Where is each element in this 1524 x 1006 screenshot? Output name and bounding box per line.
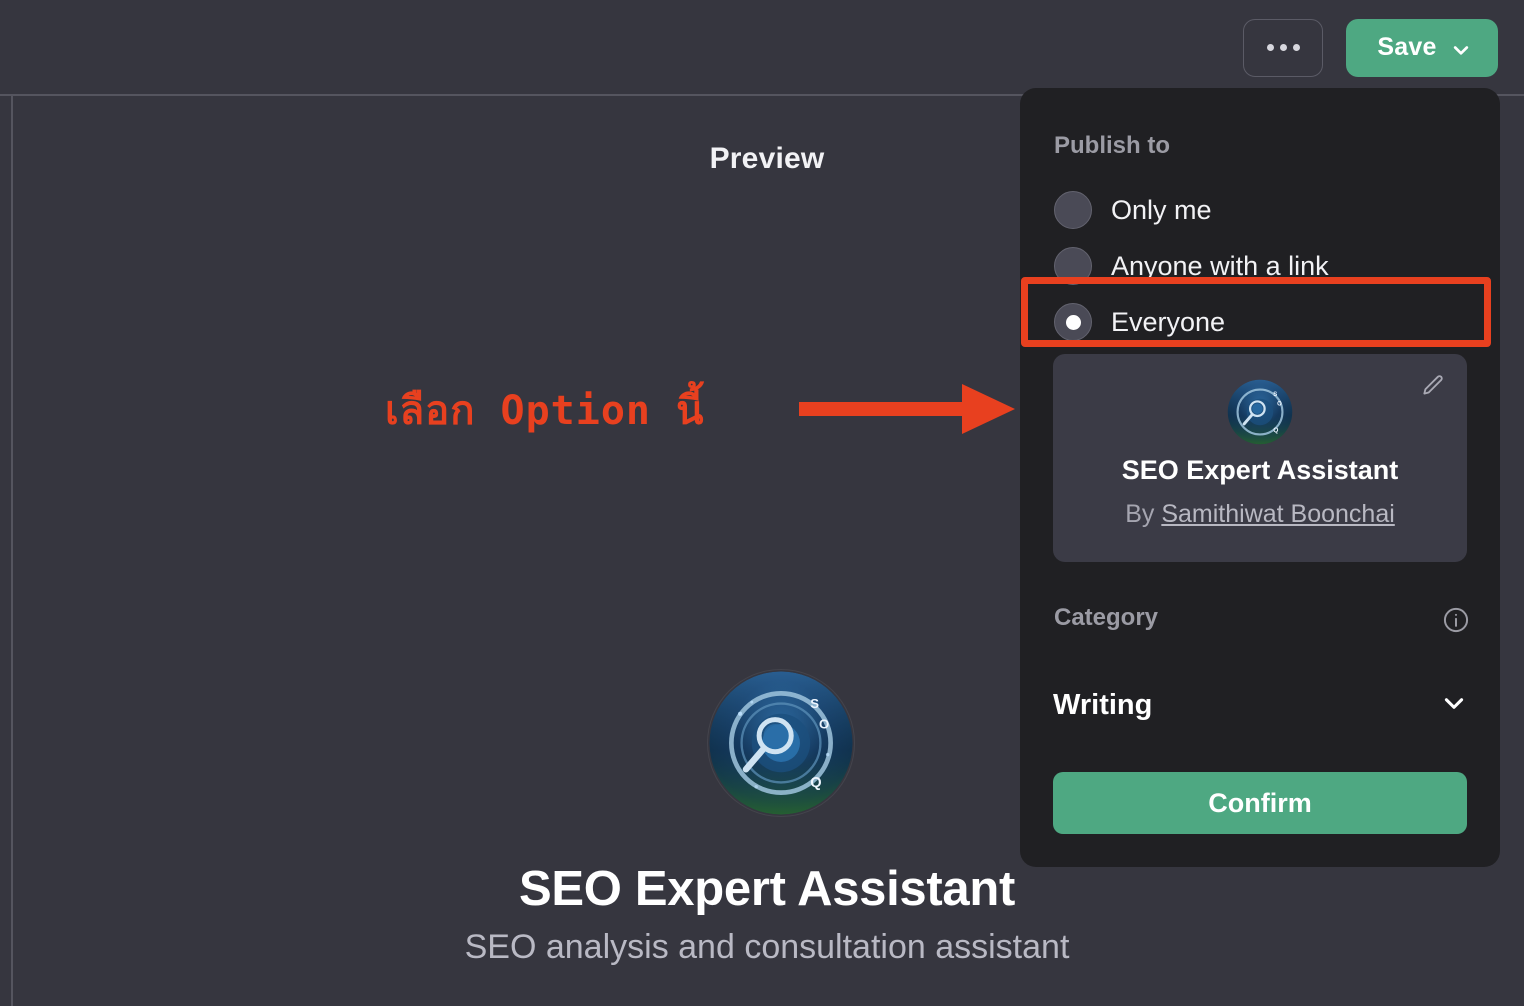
edit-bot-button[interactable] <box>1415 370 1451 406</box>
pencil-icon <box>1420 373 1446 404</box>
svg-text:Q: Q <box>810 775 821 791</box>
radio-anyone-with-link[interactable] <box>1054 247 1092 285</box>
preview-bot-name: SEO Expert Assistant <box>519 862 1015 916</box>
category-dropdown[interactable]: Writing <box>1053 678 1467 732</box>
ellipsis-horizontal-icon <box>1266 44 1274 51</box>
preview-bot-avatar: S O Q <box>708 670 854 816</box>
bot-card-byline: By Samithiwat Boonchai <box>1053 500 1467 529</box>
ellipsis-horizontal-icon <box>1279 44 1287 51</box>
svg-text:O: O <box>819 716 829 731</box>
byline-prefix: By <box>1125 500 1162 528</box>
seo-magnifier-logo: S O Q <box>709 671 853 815</box>
info-circle-icon <box>1442 607 1470 638</box>
publish-option-everyone[interactable]: Everyone <box>1054 296 1474 348</box>
bot-card-avatar: S O Q <box>1227 379 1293 445</box>
bot-card-name: SEO Expert Assistant <box>1121 455 1399 485</box>
confirm-button-label: Confirm <box>1208 787 1312 818</box>
chevron-down-icon <box>1451 40 1468 56</box>
arrow-right-icon <box>799 382 1015 436</box>
svg-text:S: S <box>1273 392 1277 398</box>
bot-summary-card: S O Q SEO Expert Assistant By Samithiwat… <box>1053 354 1467 562</box>
category-label: Category <box>1054 604 1159 631</box>
radio-only-me[interactable] <box>1054 191 1092 229</box>
ellipsis-horizontal-icon <box>1292 44 1300 51</box>
preview-bot-description: SEO analysis and consultation assistant <box>464 928 1070 966</box>
category-info-button[interactable] <box>1442 606 1470 634</box>
svg-text:O: O <box>1277 401 1282 407</box>
publish-option-label: Everyone <box>1111 306 1226 337</box>
save-button[interactable]: Save <box>1346 18 1498 77</box>
more-options-button[interactable] <box>1243 18 1323 77</box>
confirm-button[interactable]: Confirm <box>1053 772 1467 834</box>
save-button-label: Save <box>1377 33 1437 61</box>
svg-text:Q: Q <box>1273 427 1278 434</box>
publish-option-only-me[interactable]: Only me <box>1054 184 1474 236</box>
publish-option-label: Only me <box>1111 194 1212 225</box>
top-toolbar: Save <box>0 0 1524 95</box>
annotation-text: เลือก Option นี้ <box>385 388 705 434</box>
publish-to-label: Publish to <box>1054 132 1170 159</box>
chevron-down-icon <box>1441 690 1467 721</box>
svg-text:S: S <box>810 696 819 711</box>
publish-option-label: Anyone with a link <box>1111 250 1329 281</box>
publish-option-anyone-with-link[interactable]: Anyone with a link <box>1054 240 1474 292</box>
seo-magnifier-logo: S O Q <box>1227 379 1293 445</box>
bot-card-author-link[interactable]: Samithiwat Boonchai <box>1161 500 1394 528</box>
publish-settings-panel: Publish to Only me Anyone with a link Ev… <box>1020 88 1500 867</box>
radio-everyone[interactable] <box>1054 303 1092 341</box>
category-value: Writing <box>1053 688 1153 721</box>
